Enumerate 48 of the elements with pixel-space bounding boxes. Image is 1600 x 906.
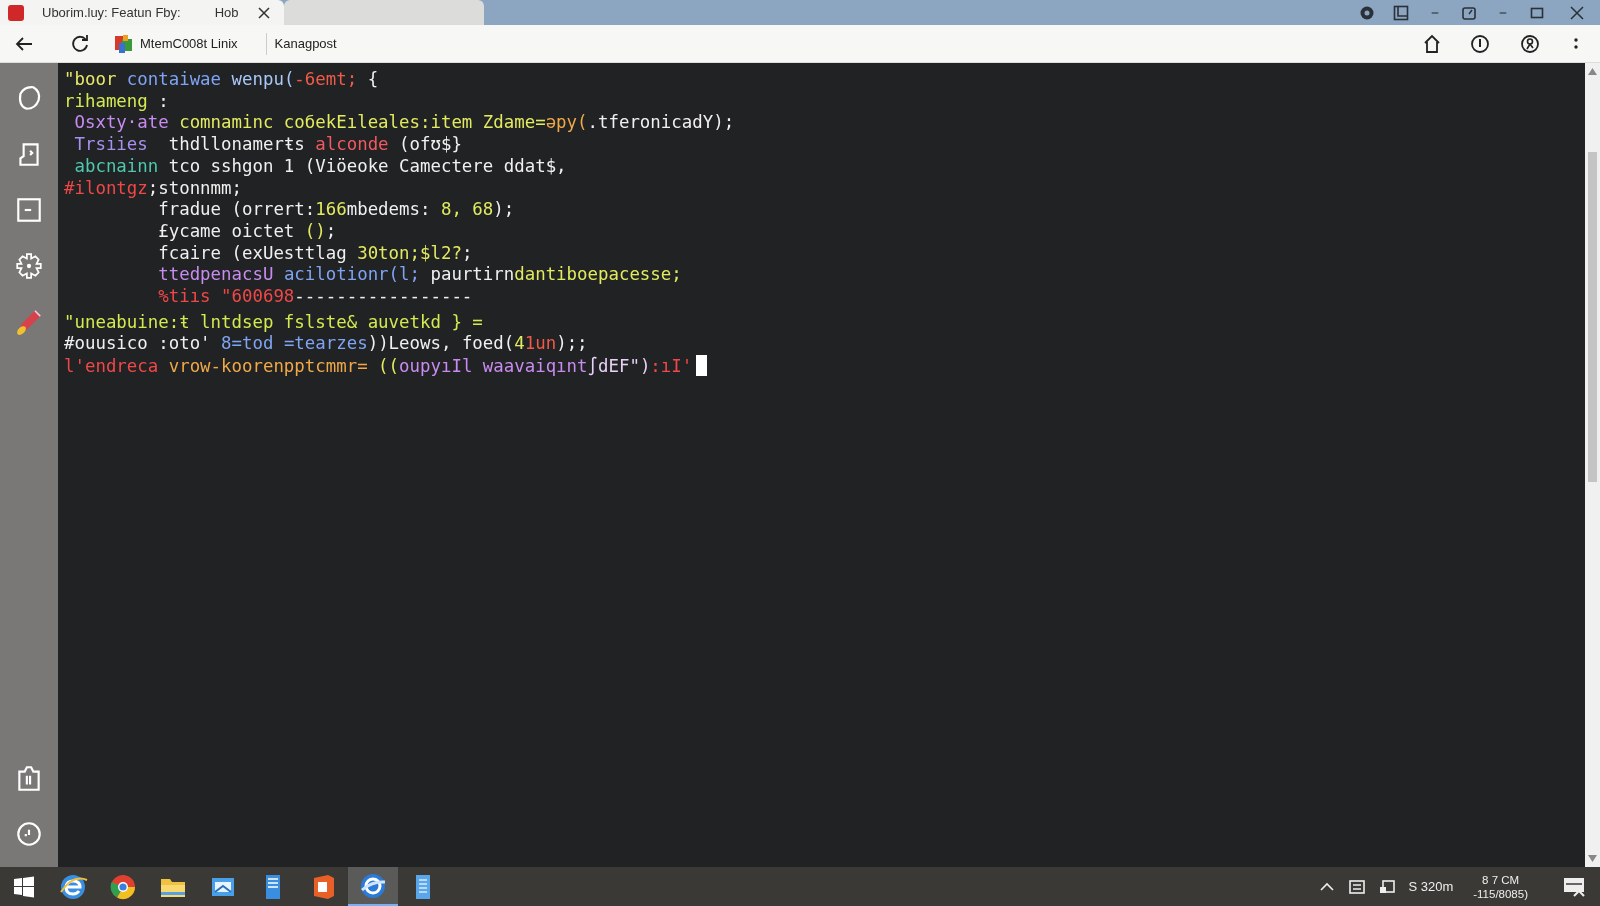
app-icon: [8, 4, 24, 21]
site-icon: [114, 33, 134, 54]
scrollbar-thumb[interactable]: [1588, 152, 1597, 482]
panel-icon[interactable]: [1393, 4, 1409, 21]
tray-status: S 320m: [1408, 879, 1454, 894]
code-line: #ouusico :oto' 8=tod =tearzes))Leows, foed(41un);;: [64, 333, 588, 356]
code-line: Trsiies thdllonamerŧs alconde (ofʊ$}: [73, 134, 462, 156]
network-icon[interactable]: [1378, 877, 1397, 896]
minus-box-icon[interactable]: [14, 195, 44, 225]
code-line: l'endreca vrow-koorenpptcmmr= ((oupyıIl waavaiqınt∫dEF"):ıI': [64, 355, 708, 378]
code-line: %tiıs "600698-----------------: [157, 286, 473, 308]
scroll-down-icon[interactable]: [1588, 855, 1597, 862]
address-text[interactable]: Kanagpost: [274, 36, 337, 51]
restore-icon[interactable]: [1461, 4, 1477, 21]
code-line: "boor contaiwae wenpu(-6emt; {: [64, 69, 379, 91]
keyboard-icon[interactable]: [1348, 877, 1367, 896]
browser-icon: [60, 874, 88, 899]
browser-tab[interactable]: Uborim.luy: Featun Fby: Hob: [32, 0, 284, 25]
code-line: Osxty·ate comnaminc coбekEıleales:item Zdame=əpy(.tferonicadY);: [73, 112, 735, 135]
office-icon: [314, 874, 334, 899]
edge-icon: [361, 873, 386, 898]
scroll-up-icon[interactable]: [1588, 68, 1597, 75]
pencil-icon[interactable]: [14, 307, 44, 337]
clock-icon[interactable]: [14, 819, 44, 849]
windows-icon[interactable]: [13, 875, 35, 898]
close-tab-icon[interactable]: [258, 6, 270, 19]
taskbar-app[interactable]: [348, 867, 398, 906]
chrome-icon: [110, 874, 135, 899]
close-icon[interactable]: [1569, 4, 1585, 21]
gear-icon[interactable]: [14, 251, 44, 281]
code-line: ttedpenacsU acilotionr(l; paurtirndantiboepacesse;: [157, 264, 682, 287]
book-icon: [266, 874, 280, 899]
settings-icon[interactable]: [1359, 4, 1375, 21]
clock-date[interactable]: -115/8085): [1473, 886, 1528, 901]
code-line: "uneabuine:ŧ lntdsep fslste& auvetkd } =: [64, 311, 483, 334]
document-icon: [416, 874, 430, 899]
clock-time[interactable]: 8 7 CM: [1482, 872, 1520, 887]
code-line: rihameng :: [64, 90, 169, 113]
text-cursor: [696, 355, 708, 377]
folder-icon: [161, 878, 185, 897]
mail-icon: [212, 877, 234, 896]
code-line: fradue (orrert:166mbedems: 8, 68);: [157, 199, 515, 221]
code-line: #ilontgz;stonnmm;: [64, 177, 242, 200]
site-name[interactable]: MtemC008t Linix: [140, 36, 238, 51]
code-line: £ycame oictet ();: [157, 220, 337, 243]
notification-icon[interactable]: [1562, 875, 1586, 898]
code-line: fcaire (exUesttlag 30ton;$l2?;: [157, 242, 473, 265]
code-line: abcnainn tco sshgon 1 (Viöeoke Camectere ddat$,: [73, 155, 567, 178]
